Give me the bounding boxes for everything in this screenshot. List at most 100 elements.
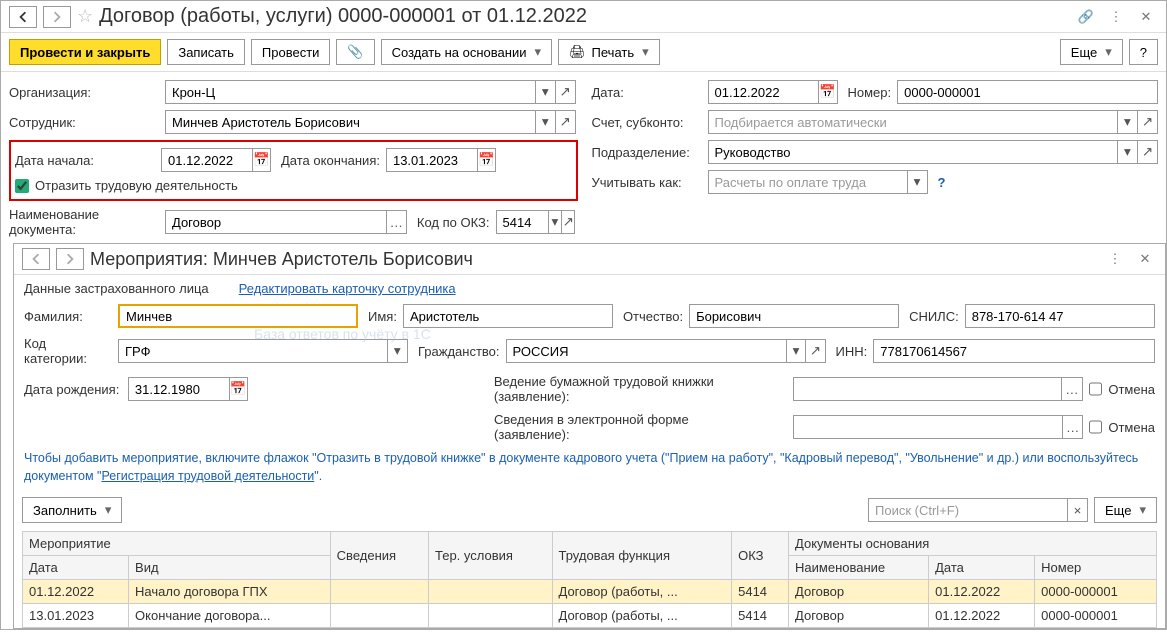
inn-label: ИНН: [836, 344, 868, 359]
help-hint-icon[interactable]: ? [938, 175, 946, 190]
paper-label: Ведение бумажной трудовой книжки (заявле… [494, 374, 787, 404]
date-start-input[interactable] [161, 148, 253, 172]
paper-cancel-checkbox[interactable] [1089, 382, 1103, 396]
ellipsis-icon[interactable]: … [1063, 415, 1083, 439]
date-label: Дата: [592, 85, 702, 100]
nav-forward-button[interactable] [43, 6, 71, 28]
col-date[interactable]: Дата [23, 556, 129, 580]
hint-text: Чтобы добавить мероприятие, включите фла… [14, 446, 1165, 493]
birth-label: Дата рождения: [24, 382, 122, 397]
department-label: Подразделение: [592, 145, 702, 160]
dropdown-icon[interactable]: ▾ [1118, 110, 1138, 134]
save-button[interactable]: Записать [167, 39, 245, 65]
pname-label: Отчество: [623, 309, 683, 324]
close-icon[interactable]: ✕ [1134, 6, 1158, 28]
sub-more-button[interactable]: Еще▾ [1094, 497, 1157, 523]
org-label: Организация: [9, 85, 159, 100]
dropdown-icon[interactable]: ▾ [388, 339, 408, 363]
consider-input[interactable] [708, 170, 908, 194]
post-button[interactable]: Провести [251, 39, 331, 65]
cat-label: Код категории: [24, 336, 112, 366]
okz-label: Код по ОКЗ: [417, 215, 490, 230]
open-icon[interactable]: ↗ [562, 210, 575, 234]
date-end-input[interactable] [386, 148, 478, 172]
employee-input[interactable] [165, 110, 536, 134]
open-icon[interactable]: ↗ [1138, 110, 1158, 134]
col-event[interactable]: Мероприятие [23, 532, 331, 556]
paper-input[interactable] [793, 377, 1063, 401]
print-button[interactable]: 🖨Печать▾ [558, 39, 660, 65]
favorite-star-icon[interactable]: ☆ [77, 6, 93, 27]
fill-button[interactable]: Заполнить▾ [22, 497, 122, 523]
dropdown-icon[interactable]: ▾ [536, 80, 556, 104]
electronic-input[interactable] [793, 415, 1063, 439]
dropdown-icon[interactable]: ▾ [1118, 140, 1138, 164]
calendar-icon[interactable]: 📅 [819, 80, 838, 104]
number-input[interactable] [897, 80, 1158, 104]
dropdown-icon[interactable]: ▾ [536, 110, 556, 134]
pname-input[interactable] [689, 304, 899, 328]
dropdown-icon[interactable]: ▾ [787, 339, 806, 363]
window-title: Договор (работы, услуги) 0000-000001 от … [99, 5, 1068, 28]
chevron-down-icon: ▾ [105, 502, 112, 518]
close-icon[interactable]: ✕ [1133, 248, 1157, 270]
account-input[interactable] [708, 110, 1118, 134]
create-on-basis-button[interactable]: Создать на основании▾ [381, 39, 552, 65]
col-func[interactable]: Трудовая функция [552, 532, 732, 580]
table-row[interactable]: 13.01.2023Окончание договора...Договор (… [23, 604, 1157, 628]
okz-input[interactable] [496, 210, 549, 234]
help-button[interactable]: ? [1129, 39, 1158, 65]
org-input[interactable] [165, 80, 536, 104]
ellipsis-icon[interactable]: … [1062, 377, 1082, 401]
electronic-cancel-checkbox[interactable] [1089, 420, 1102, 434]
dropdown-icon[interactable]: ▾ [549, 210, 562, 234]
consider-label: Учитывать как: [592, 175, 702, 190]
more-vert-icon[interactable]: ⋮ [1104, 6, 1128, 28]
calendar-icon[interactable]: 📅 [230, 377, 248, 401]
col-basis[interactable]: Документы основания [789, 532, 1157, 556]
register-activity-link[interactable]: Регистрация трудовой деятельности [101, 469, 314, 483]
calendar-icon[interactable]: 📅 [478, 148, 496, 172]
chevron-down-icon: ▾ [534, 44, 541, 60]
date-end-label: Дата окончания: [281, 153, 380, 168]
ellipsis-icon[interactable]: … [387, 210, 407, 234]
fname-input[interactable] [403, 304, 613, 328]
col-okz[interactable]: ОКЗ [732, 532, 789, 580]
more-button[interactable]: Еще▾ [1060, 39, 1123, 65]
open-icon[interactable]: ↗ [806, 339, 825, 363]
col-bdate[interactable]: Дата [929, 556, 1035, 580]
dropdown-icon[interactable]: ▾ [908, 170, 928, 194]
inn-input[interactable] [873, 339, 1155, 363]
table-row[interactable]: 01.12.2022Начало договора ГПХДоговор (ра… [23, 580, 1157, 604]
more-vert-icon[interactable]: ⋮ [1103, 248, 1127, 270]
citizen-input[interactable] [506, 339, 787, 363]
doc-name-input[interactable] [165, 210, 387, 234]
col-ter[interactable]: Тер. условия [429, 532, 553, 580]
cat-input[interactable] [118, 339, 388, 363]
edit-card-link[interactable]: Редактировать карточку сотрудника [239, 281, 456, 296]
birth-input[interactable] [128, 377, 230, 401]
col-bname[interactable]: Наименование [789, 556, 929, 580]
electronic-label: Сведения в электронной форме (заявление)… [494, 412, 731, 442]
lname-input[interactable] [118, 304, 358, 328]
nav-back-button[interactable] [9, 6, 37, 28]
link-icon[interactable]: 🔗 [1074, 6, 1098, 28]
department-input[interactable] [708, 140, 1118, 164]
col-info[interactable]: Сведения [330, 532, 428, 580]
col-bnum[interactable]: Номер [1035, 556, 1157, 580]
calendar-icon[interactable]: 📅 [253, 148, 271, 172]
activity-checkbox[interactable] [15, 179, 29, 193]
sub-nav-back-button[interactable] [22, 248, 50, 270]
col-kind[interactable]: Вид [129, 556, 331, 580]
search-input[interactable] [868, 498, 1068, 522]
sub-nav-forward-button[interactable] [56, 248, 84, 270]
open-icon[interactable]: ↗ [1138, 140, 1158, 164]
attach-button[interactable]: 📎 [336, 39, 374, 65]
open-icon[interactable]: ↗ [556, 110, 576, 134]
snils-input[interactable] [965, 304, 1155, 328]
open-icon[interactable]: ↗ [556, 80, 576, 104]
clear-search-icon[interactable]: × [1068, 498, 1088, 522]
date-input[interactable] [708, 80, 819, 104]
snils-label: СНИЛС: [909, 309, 959, 324]
post-close-button[interactable]: Провести и закрыть [9, 39, 161, 65]
